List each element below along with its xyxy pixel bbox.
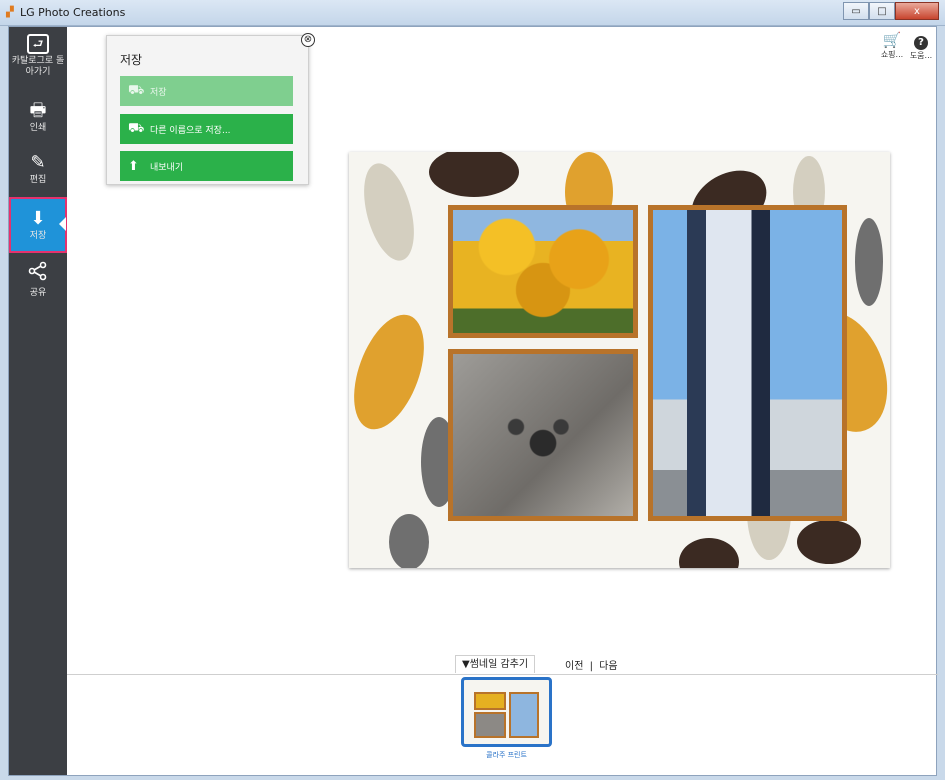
shop-label: 쇼핑... bbox=[880, 50, 904, 59]
photo-penguin[interactable] bbox=[648, 205, 847, 521]
shop-button[interactable]: 🛒 쇼핑... bbox=[877, 31, 907, 60]
cart-icon: 🛒 bbox=[882, 31, 902, 49]
thumbnail-divider bbox=[67, 674, 938, 675]
thumbnail-caption: 콜라주 프린트 bbox=[486, 751, 527, 759]
app-logo-icon: ▞ bbox=[6, 7, 14, 18]
sidebar-item-label: 저장 bbox=[29, 231, 47, 241]
sidebar-item-back[interactable]: ⮐ 카탈로그로 돌아가기 bbox=[9, 33, 67, 78]
save-popup: 저장 ⊗ ⛟ 저장 ⛟ 다른 이름으로 저장... ⬆ 내보내기 bbox=[106, 33, 315, 185]
close-button[interactable]: x bbox=[895, 2, 939, 20]
share-icon bbox=[9, 261, 67, 286]
thumbnail-photo-koala bbox=[474, 712, 506, 738]
window-title: LG Photo Creations bbox=[20, 6, 126, 19]
save-as-button[interactable]: ⛟ 다른 이름으로 저장... bbox=[120, 114, 293, 144]
sidebar: ⮐ 카탈로그로 돌아가기 🖶 인쇄 ✎ 편집 ⬇ 저장 공유 bbox=[9, 27, 67, 775]
save-button: ⛟ 저장 bbox=[120, 76, 293, 106]
help-label: 도움... bbox=[909, 51, 933, 60]
prev-link[interactable]: 이전 bbox=[565, 661, 583, 672]
thumbnail-photo-penguin bbox=[509, 692, 539, 738]
next-link[interactable]: 다음 bbox=[599, 661, 617, 672]
window-controls: ▭ □ x bbox=[843, 2, 939, 20]
sidebar-item-save[interactable]: ⬇ 저장 bbox=[9, 197, 67, 253]
minimize-button[interactable]: ▭ bbox=[843, 2, 869, 20]
export-icon: ⬆ bbox=[128, 158, 139, 174]
sidebar-item-share[interactable]: 공유 bbox=[9, 261, 67, 299]
save-as-tray-icon: ⛟ bbox=[128, 120, 145, 136]
help-icon: ? bbox=[906, 31, 936, 50]
thumbnail-photo-flowers bbox=[474, 692, 506, 710]
save-icon: ⬇ bbox=[30, 208, 46, 229]
pencil-icon: ✎ bbox=[30, 152, 46, 173]
sidebar-item-edit[interactable]: ✎ 편집 bbox=[9, 153, 67, 186]
photo-flowers[interactable] bbox=[448, 205, 638, 338]
export-button[interactable]: ⬆ 내보내기 bbox=[120, 151, 293, 181]
title-bar: ▞ LG Photo Creations ▭ □ x bbox=[0, 0, 945, 26]
popup-close-button[interactable]: ⊗ bbox=[301, 33, 315, 47]
active-indicator bbox=[59, 217, 66, 231]
help-button[interactable]: ? 도움... bbox=[906, 31, 936, 61]
popup-title: 저장 bbox=[120, 53, 143, 67]
photo-koala[interactable] bbox=[448, 349, 638, 521]
sidebar-item-label: 인쇄 bbox=[29, 123, 47, 133]
sidebar-item-label: 공유 bbox=[29, 288, 47, 298]
nav-separator: | bbox=[589, 661, 593, 672]
save-as-button-label: 다른 이름으로 저장... bbox=[150, 125, 231, 136]
maximize-button[interactable]: □ bbox=[869, 2, 895, 20]
thumbnail-toggle-button[interactable]: ▼썸네일 감추기 bbox=[455, 655, 536, 673]
printer-icon: 🖶 bbox=[29, 100, 47, 121]
app-client-area: ⮐ 카탈로그로 돌아가기 🖶 인쇄 ✎ 편집 ⬇ 저장 공유 저장 ⊗ ⛟ 저장 bbox=[8, 26, 938, 776]
collage-canvas[interactable] bbox=[349, 152, 890, 568]
sidebar-item-print[interactable]: 🖶 인쇄 bbox=[9, 101, 67, 134]
sidebar-item-label: 편집 bbox=[29, 175, 47, 185]
page-navigation: 이전 | 다음 bbox=[565, 657, 618, 672]
export-button-label: 내보내기 bbox=[150, 162, 184, 173]
thumbnail-item[interactable] bbox=[461, 677, 552, 747]
save-button-label: 저장 bbox=[150, 87, 167, 98]
sidebar-item-label: 카탈로그로 돌아가기 bbox=[11, 56, 65, 77]
save-tray-icon: ⛟ bbox=[128, 82, 145, 98]
back-icon: ⮐ bbox=[9, 33, 67, 54]
